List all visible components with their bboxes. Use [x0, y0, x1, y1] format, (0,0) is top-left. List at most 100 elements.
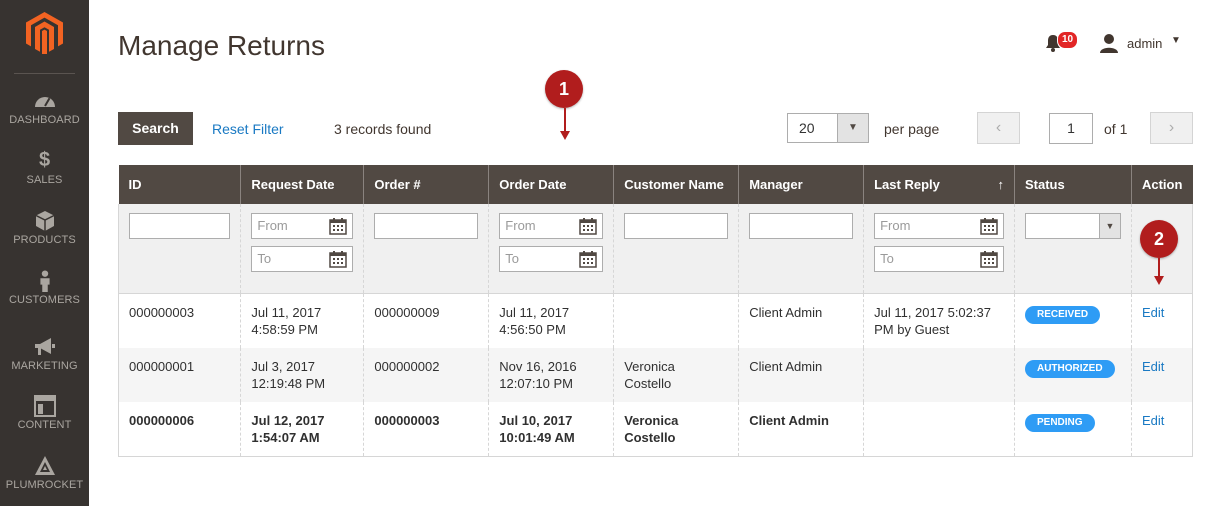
- nav-item-dashboard[interactable]: DASHBOARD: [0, 90, 89, 128]
- cell-customer: Veronica Costello: [613, 402, 740, 457]
- cell-order: 000000002: [363, 348, 490, 402]
- page-title: Manage Returns: [118, 30, 326, 61]
- chevron-down-icon[interactable]: ▼: [837, 114, 868, 142]
- cell-text: 10:01:49 AM: [499, 430, 575, 445]
- records-found: 3 records found: [334, 121, 432, 137]
- chevron-down-icon: ▼: [1171, 35, 1181, 46]
- column-header-request-date[interactable]: Request Date: [240, 165, 365, 204]
- admin-sidebar: DASHBOARD $ SALES PRODUCTS CUSTOMERS MAR…: [0, 0, 89, 506]
- from-placeholder: From: [880, 218, 911, 233]
- nav-label: DASHBOARD: [9, 114, 80, 126]
- order-date-to-input[interactable]: To: [499, 246, 604, 272]
- calendar-icon[interactable]: [579, 217, 597, 235]
- prev-page-button[interactable]: ‹: [977, 112, 1020, 144]
- cell-order-date: Jul 10, 2017 10:01:49 AM: [488, 402, 615, 457]
- cell-text: Jul 10, 2017: [499, 413, 573, 428]
- column-header-manager[interactable]: Manager: [738, 165, 865, 204]
- from-placeholder: From: [257, 218, 288, 233]
- cell-order-date: Nov 16, 2016 12:07:10 PM: [488, 348, 615, 402]
- calendar-icon[interactable]: [329, 250, 348, 268]
- dollar-icon: $: [38, 149, 51, 171]
- cell-text: Jul 12, 2017: [251, 413, 325, 428]
- status-badge: PENDING: [1024, 414, 1095, 432]
- column-header-id[interactable]: ID: [118, 165, 242, 204]
- layout-icon: [33, 395, 56, 417]
- chevron-left-icon: ‹: [995, 119, 1002, 136]
- cell-id: 000000001: [117, 348, 242, 402]
- customer-name-filter-input[interactable]: [624, 213, 729, 239]
- cell-customer: [613, 293, 740, 348]
- last-reply-from-input[interactable]: From: [874, 213, 1004, 239]
- dashboard-icon: [34, 97, 55, 107]
- cell-action: Edit: [1131, 293, 1194, 348]
- user-menu[interactable]: admin ▼: [1099, 33, 1181, 56]
- nav-label: PLUMROCKET: [5, 479, 84, 491]
- column-header-order-date[interactable]: Order Date: [488, 165, 615, 204]
- order-filter-input[interactable]: [374, 213, 479, 239]
- cell-last-reply: Jul 11, 2017 5:02:37 PM by Guest: [863, 293, 1015, 348]
- logo-divider: [14, 73, 75, 74]
- column-header-order[interactable]: Order #: [363, 165, 490, 204]
- nav-item-sales[interactable]: $ SALES: [0, 150, 89, 190]
- callout-arrowhead-2: [1154, 276, 1164, 285]
- filter-cell-customer: [613, 204, 740, 294]
- user-name: admin: [1127, 36, 1163, 51]
- last-reply-to-input[interactable]: To: [874, 246, 1004, 272]
- request-date-to-input[interactable]: To: [251, 246, 354, 272]
- status-filter-select[interactable]: ▼: [1024, 213, 1121, 239]
- cell-text: Costello: [624, 376, 672, 391]
- cell-manager: Client Admin: [738, 348, 865, 402]
- manager-filter-input[interactable]: [749, 213, 854, 239]
- magento-logo-icon[interactable]: [26, 12, 63, 54]
- filter-cell-status: ▼: [1014, 204, 1132, 294]
- nav-item-plumrocket[interactable]: PLUMROCKET: [0, 455, 89, 499]
- cell-status: PENDING: [1014, 402, 1132, 457]
- nav-item-marketing[interactable]: MARKETING: [0, 336, 89, 376]
- cell-order-date: Jul 11, 2017 4:56:50 PM: [488, 293, 615, 348]
- calendar-icon[interactable]: [980, 217, 998, 235]
- nav-item-customers[interactable]: CUSTOMERS: [0, 270, 89, 312]
- id-filter-input[interactable]: [129, 213, 231, 239]
- edit-link[interactable]: Edit: [1142, 359, 1164, 374]
- cell-order: 000000003: [363, 402, 490, 457]
- calendar-icon[interactable]: [980, 250, 998, 268]
- column-header-customer-name[interactable]: Customer Name: [613, 165, 740, 204]
- next-page-button[interactable]: ›: [1150, 112, 1193, 144]
- person-icon: [39, 270, 50, 292]
- reset-filter-link[interactable]: Reset Filter: [212, 121, 284, 137]
- callout-marker-1: 1: [545, 70, 583, 108]
- calendar-icon[interactable]: [329, 217, 348, 235]
- user-icon: [1100, 34, 1118, 53]
- edit-link[interactable]: Edit: [1142, 413, 1164, 428]
- order-date-from-input[interactable]: From: [499, 213, 604, 239]
- table-row: 000000001 Jul 3, 2017 12:19:48 PM 0000000…: [117, 348, 1194, 402]
- cell-text: Jul 11, 2017: [251, 305, 322, 320]
- per-page-select[interactable]: 20 ▼: [787, 113, 869, 143]
- cell-text: Veronica: [624, 413, 679, 428]
- nav-label: PRODUCTS: [13, 234, 76, 246]
- cell-text: 12:19:48 PM: [251, 376, 326, 391]
- chevron-down-icon: ▼: [1098, 214, 1120, 238]
- cell-status: AUTHORIZED: [1014, 348, 1132, 402]
- cell-text: Jul 11, 2017 5:02:37: [874, 305, 991, 320]
- request-date-from-input[interactable]: From: [251, 213, 354, 239]
- table-row: 000000006 Jul 12, 2017 1:54:07 AM 0000000…: [117, 402, 1194, 457]
- callout-arrowhead-1: [560, 131, 570, 140]
- to-placeholder: To: [505, 251, 520, 266]
- column-header-status[interactable]: Status: [1014, 165, 1132, 204]
- nav-item-products[interactable]: PRODUCTS: [0, 210, 89, 252]
- cell-manager: Client Admin: [738, 402, 865, 457]
- notifications-badge[interactable]: 10: [1057, 31, 1079, 49]
- column-header-last-reply[interactable]: Last Reply ↑: [863, 165, 1015, 204]
- filter-cell-last-reply: From To: [863, 204, 1015, 294]
- page-number-input[interactable]: 1: [1049, 113, 1093, 144]
- cell-customer: Veronica Costello: [613, 348, 740, 402]
- calendar-icon[interactable]: [579, 250, 597, 268]
- search-button[interactable]: Search: [118, 112, 193, 145]
- edit-link[interactable]: Edit: [1142, 305, 1164, 320]
- cell-text: 1:54:07 AM: [251, 430, 320, 445]
- nav-label: MARKETING: [11, 360, 78, 372]
- nav-item-content[interactable]: CONTENT: [0, 395, 89, 435]
- megaphone-icon: [34, 338, 55, 355]
- table-row: 000000003 Jul 11, 2017 4:58:59 PM 0000000…: [117, 293, 1194, 348]
